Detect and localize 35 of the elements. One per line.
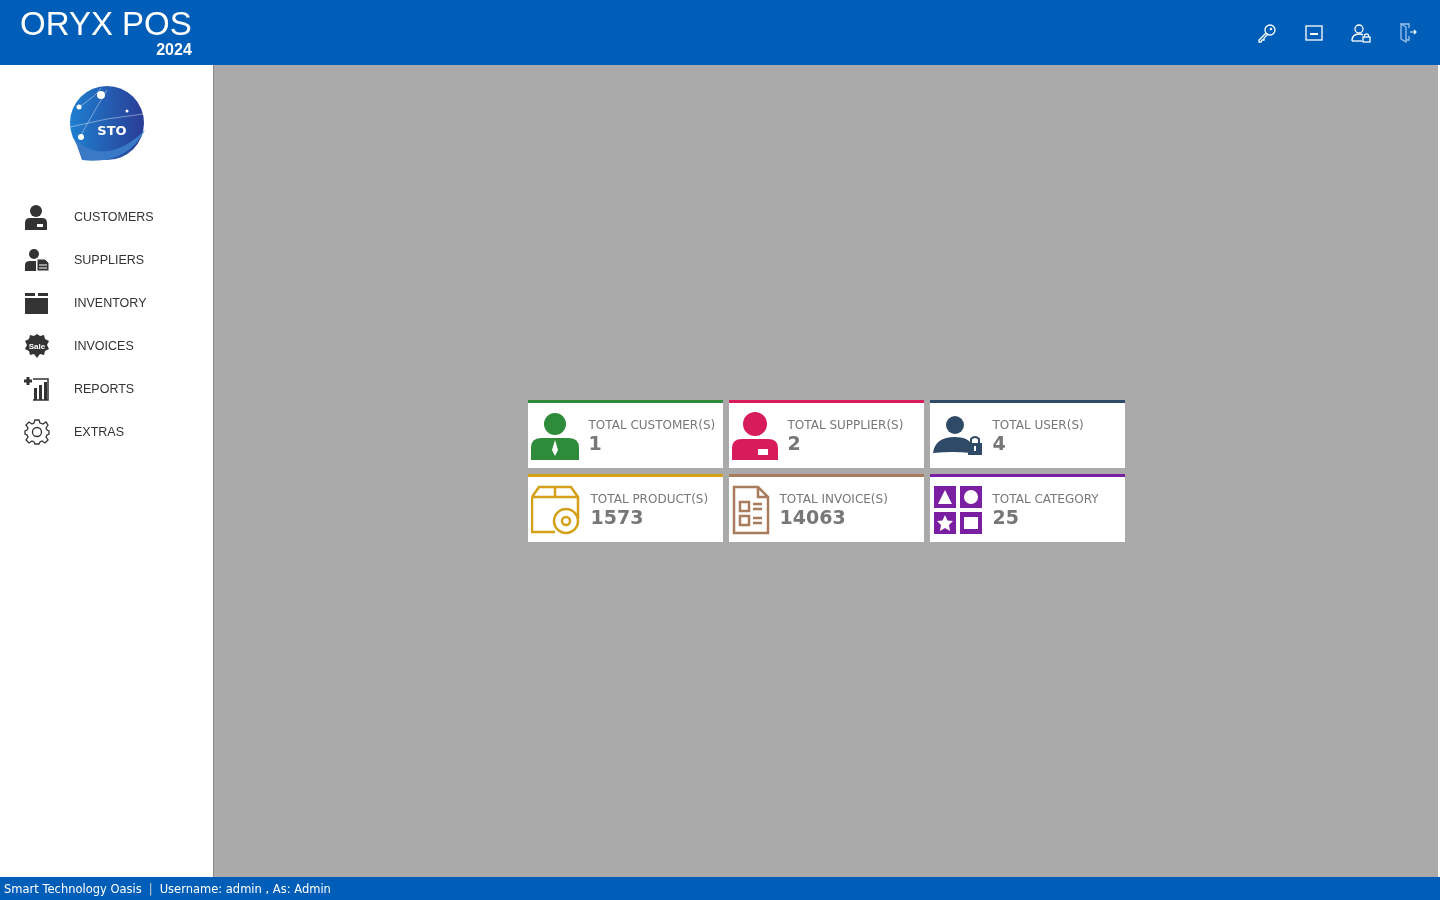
gear-icon (24, 418, 50, 445)
sidebar-menu-item[interactable]: INVOICES (74, 338, 134, 353)
stat-value: 1573 (590, 505, 645, 528)
app-title: ORYX POS (20, 6, 192, 41)
stat-label: TOTAL INVOICE(S) (779, 491, 888, 506)
stat-label: TOTAL CUSTOMER(S) (588, 417, 716, 432)
stat-label: TOTAL USER(S) (992, 417, 1084, 432)
stat-label: TOTAL SUPPLIER(S) (787, 417, 904, 432)
stat-value: 14063 (779, 505, 847, 528)
sidebar-menu-item[interactable]: CUSTOMERS (74, 209, 154, 224)
stat-value: 1 (588, 431, 603, 454)
sidebar-menu-item[interactable]: EXTRAS (74, 424, 124, 439)
company-name: Smart Technology Oasis (4, 881, 142, 896)
stat-value: 4 (992, 431, 1007, 454)
stat-label: TOTAL PRODUCT(S) (590, 491, 709, 506)
bar-chart-plus-icon (24, 376, 50, 401)
stat-value: 25 (992, 505, 1020, 528)
person-document-icon (24, 248, 50, 271)
shapes-grid-icon (932, 484, 983, 535)
status-separator: | (148, 881, 153, 896)
person-icon (24, 203, 48, 230)
person-lock-icon (932, 414, 983, 457)
app-year: 2024 (156, 40, 192, 59)
person-icon (731, 411, 778, 460)
stat-label: TOTAL CATEGORY (992, 491, 1099, 506)
person-tie-icon (530, 411, 579, 460)
sidebar-menu-item[interactable]: REPORTS (74, 381, 135, 396)
box-disc-icon (530, 484, 581, 535)
stat-value: 2 (787, 431, 802, 454)
sidebar-menu-item[interactable]: SUPPLIERS (74, 252, 145, 267)
user-info: Username: admin , As: Admin (159, 881, 331, 896)
sale-badge-icon: Sale (24, 332, 50, 359)
document-list-icon (731, 484, 770, 535)
sidebar-menu-item[interactable]: INVENTORY (74, 295, 147, 310)
box-icon (24, 290, 49, 315)
